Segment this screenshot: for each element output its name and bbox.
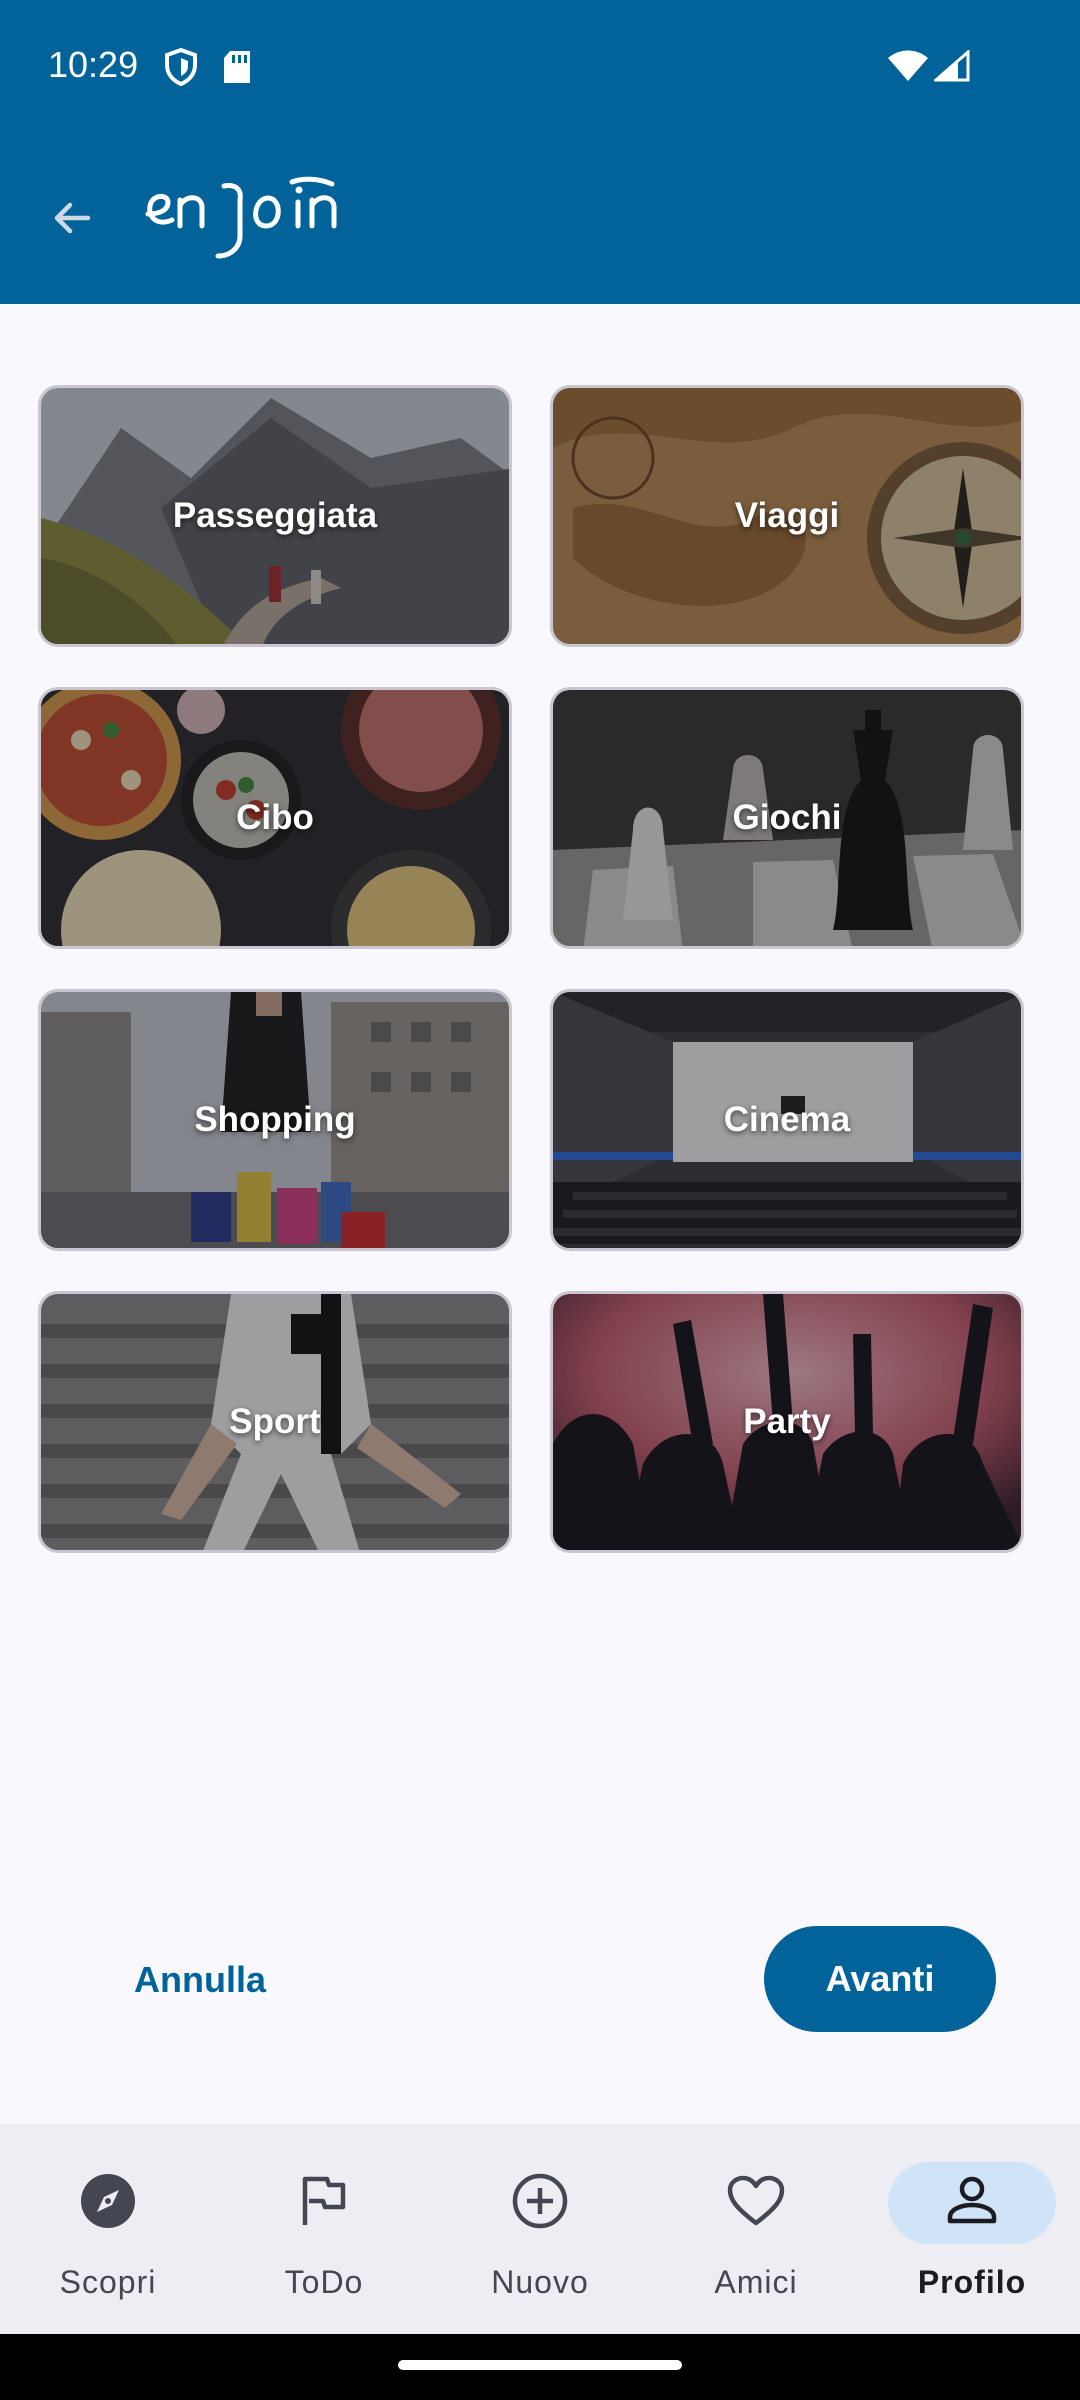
category-tile-sport[interactable]: Sport xyxy=(38,1291,512,1553)
wifi-icon xyxy=(888,50,928,87)
enjoin-logo: enJoin xyxy=(142,170,372,262)
category-label: Shopping xyxy=(194,1100,356,1139)
category-label: Party xyxy=(743,1402,831,1441)
category-label: Viaggi xyxy=(734,496,840,535)
nav-label: ToDo xyxy=(284,2264,364,2300)
category-tile-giochi[interactable]: Giochi xyxy=(550,687,1024,949)
nav-label: Profilo xyxy=(917,2264,1027,2300)
add-circle-icon xyxy=(511,2172,569,2235)
category-tile-viaggi[interactable]: Viaggi xyxy=(550,385,1024,647)
category-label: Sport xyxy=(229,1402,321,1441)
nav-item-profilo[interactable]: Profilo xyxy=(864,2124,1080,2334)
sd-card-icon xyxy=(222,50,252,89)
gesture-bar xyxy=(0,2334,1080,2400)
category-tile-cinema[interactable]: Cinema xyxy=(550,989,1024,1251)
nav-icon-container xyxy=(888,2162,1056,2244)
signal-icon xyxy=(932,48,970,87)
nav-icon-container xyxy=(672,2162,840,2244)
bottom-navigation: Scopri ToDo Nuovo Amici Profilo xyxy=(0,2124,1080,2334)
heart-icon xyxy=(727,2175,785,2232)
nav-icon-container xyxy=(456,2162,624,2244)
nav-icon-container xyxy=(240,2162,408,2244)
status-time: 10:29 xyxy=(48,44,139,85)
flag-icon xyxy=(299,2175,349,2232)
arrow-back-icon xyxy=(48,194,96,247)
category-label: Giochi xyxy=(732,798,842,837)
category-tile-shopping[interactable]: Shopping xyxy=(38,989,512,1251)
back-button[interactable] xyxy=(36,184,108,256)
nav-item-amici[interactable]: Amici xyxy=(648,2124,864,2334)
category-label: Passeggiata xyxy=(172,496,378,535)
category-tile-cibo[interactable]: Cibo xyxy=(38,687,512,949)
compass-icon xyxy=(79,2172,137,2235)
person-icon xyxy=(946,2175,998,2232)
logo-text: enJoin xyxy=(142,170,145,171)
nav-label: Amici xyxy=(714,2264,798,2300)
next-button[interactable]: Avanti xyxy=(764,1926,996,2032)
status-bar: 10:29 xyxy=(0,0,1080,130)
category-label: Cibo xyxy=(236,798,314,837)
home-indicator[interactable] xyxy=(398,2360,682,2370)
nav-item-todo[interactable]: ToDo xyxy=(216,2124,432,2334)
nav-item-nuovo[interactable]: Nuovo xyxy=(432,2124,648,2334)
nav-label: Scopri xyxy=(59,2264,157,2300)
nav-item-scopri[interactable]: Scopri xyxy=(0,2124,216,2334)
nav-icon-container xyxy=(24,2162,192,2244)
cancel-button[interactable]: Annulla xyxy=(110,1940,290,2020)
app-bar: 10:29 enJoin xyxy=(0,0,1080,304)
shield-icon xyxy=(164,47,198,91)
nav-label: Nuovo xyxy=(491,2264,589,2300)
category-label: Cinema xyxy=(723,1100,851,1139)
category-tile-party[interactable]: Party xyxy=(550,1291,1024,1553)
category-tile-passeggiata[interactable]: Passeggiata xyxy=(38,385,512,647)
